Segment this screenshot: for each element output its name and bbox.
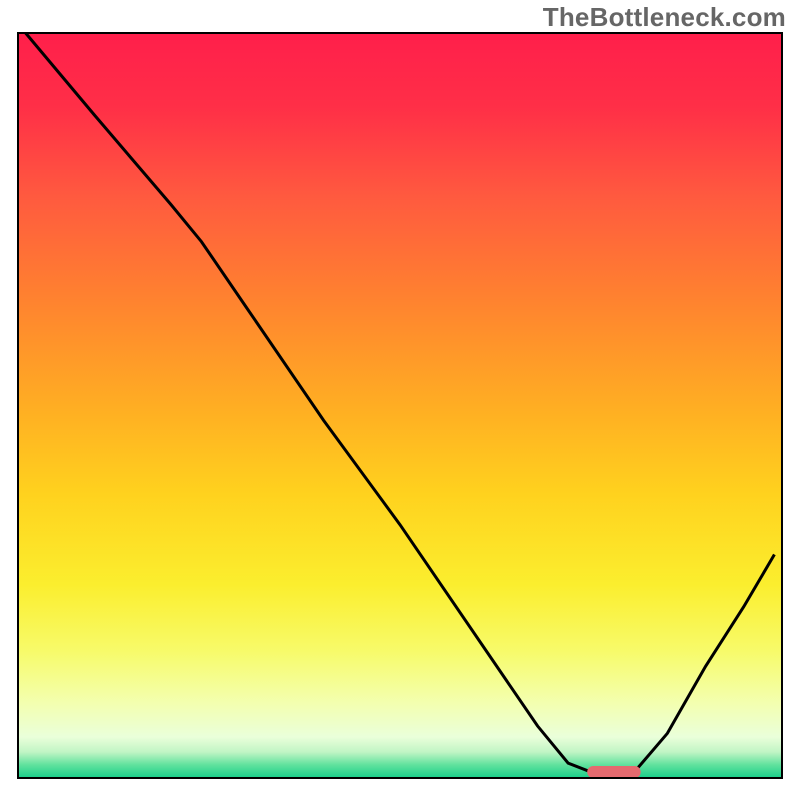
gradient-background: [18, 33, 782, 778]
chart-frame: TheBottleneck.com: [0, 0, 800, 800]
optimal-marker: [587, 766, 641, 778]
watermark-label: TheBottleneck.com: [543, 2, 786, 33]
bottleneck-chart: [0, 0, 800, 800]
